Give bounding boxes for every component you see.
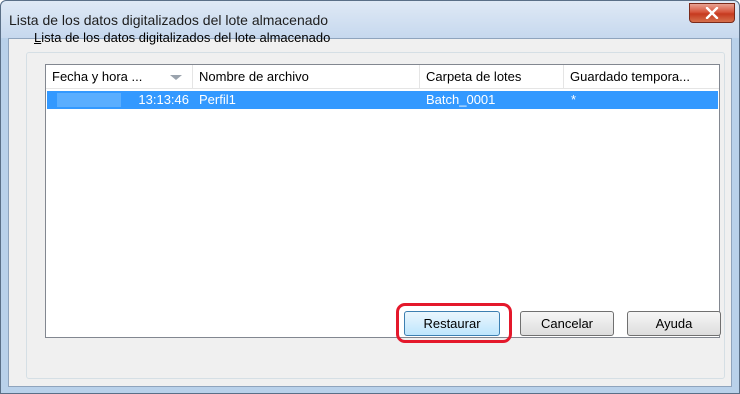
cell-time: 13:13:46 [138, 92, 189, 107]
column-header-saved[interactable]: Guardado tempora... [564, 65, 719, 89]
cell-batch-folder: Batch_0001 [426, 92, 496, 107]
list-row-selected[interactable]: 13:13:46 Perfil1 Batch_0001 * [47, 91, 718, 109]
redacted-date [57, 93, 121, 107]
cell-temp-saved: * [571, 92, 577, 107]
column-header-date-label: Fecha y hora ... [52, 69, 143, 84]
column-header-name[interactable]: Nombre de archivo [193, 65, 420, 89]
dialog-window: Lista de los datos digitalizados del lot… [0, 0, 740, 394]
group-label: Lista de los datos digitalizados del lot… [34, 30, 330, 45]
list-header: Fecha y hora ... Nombre de archivo Carpe… [46, 65, 719, 89]
column-header-date[interactable]: Fecha y hora ... [46, 65, 193, 89]
cell-file-name: Perfil1 [199, 92, 236, 107]
close-button[interactable] [689, 3, 735, 23]
column-header-folder[interactable]: Carpeta de lotes [420, 65, 564, 89]
column-header-name-label: Nombre de archivo [199, 69, 309, 84]
column-header-saved-label: Guardado tempora... [570, 69, 690, 84]
column-header-folder-label: Carpeta de lotes [426, 69, 522, 84]
restore-button[interactable]: Restaurar [404, 311, 500, 336]
cancel-button[interactable]: Cancelar [520, 311, 614, 336]
close-icon [705, 7, 719, 19]
sort-descending-icon [170, 75, 182, 80]
cell-date: 13:13:46 [47, 91, 193, 109]
batch-list[interactable]: Fecha y hora ... Nombre de archivo Carpe… [45, 64, 720, 338]
window-title: Lista de los datos digitalizados del lot… [9, 12, 329, 28]
help-button[interactable]: Ayuda [627, 311, 721, 336]
group-label-text: ista de los datos digitalizados del lote… [41, 30, 331, 45]
